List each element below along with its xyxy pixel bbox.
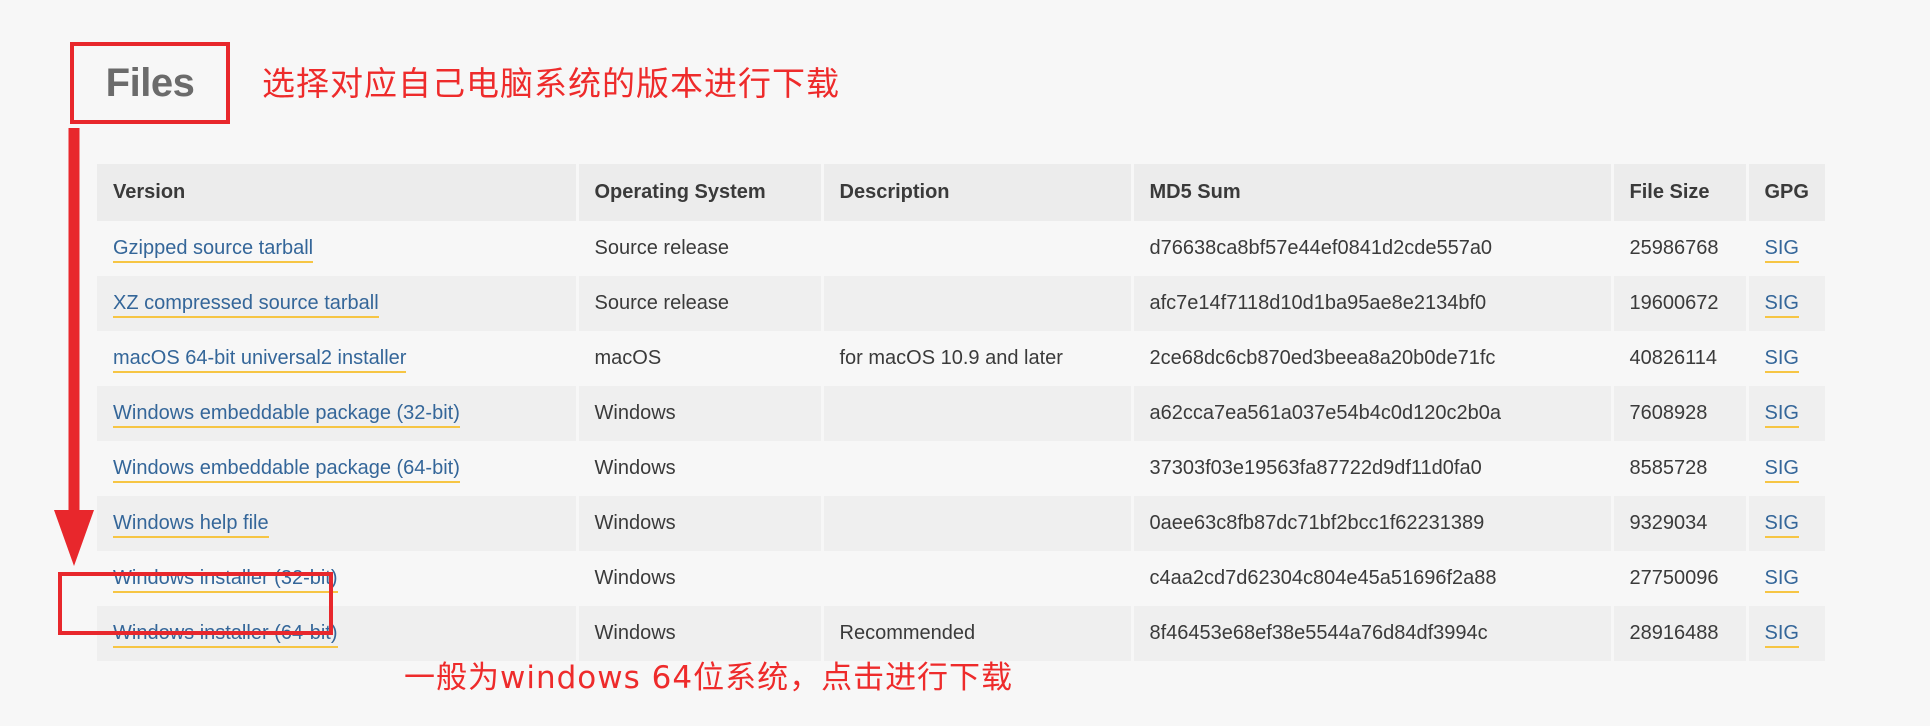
gpg-sig-link[interactable]: SIG: [1764, 347, 1799, 373]
cell-version: macOS 64-bit universal2 installer: [97, 331, 579, 386]
column-header-filesize: File Size: [1612, 164, 1749, 221]
cell-description: [822, 441, 1134, 496]
cell-os: Windows: [577, 386, 824, 441]
table-row: Windows help file Windows 0aee63c8fb87dc…: [97, 496, 1825, 551]
table-row: macOS 64-bit universal2 installer macOS …: [97, 331, 1825, 386]
column-header-version: Version: [97, 164, 579, 221]
cell-gpg: SIG: [1747, 386, 1825, 441]
cell-md5: c4aa2cd7d62304c804e45a51696f2a88: [1132, 551, 1614, 606]
cell-os: macOS: [577, 331, 824, 386]
cell-md5: a62cca7ea561a037e54b4c0d120c2b0a: [1132, 386, 1614, 441]
cell-filesize: 28916488: [1612, 606, 1749, 661]
download-link-version[interactable]: XZ compressed source tarball: [113, 292, 379, 318]
cell-filesize: 40826114: [1612, 331, 1749, 386]
cell-gpg: SIG: [1747, 221, 1825, 276]
cell-md5: 0aee63c8fb87dc71bf2bcc1f62231389: [1132, 496, 1614, 551]
cell-description: for macOS 10.9 and later: [822, 331, 1134, 386]
files-heading-highlight-box: Files: [70, 42, 230, 124]
cell-description: [822, 386, 1134, 441]
bottom-annotation-text: 一般为windows 64位系统，点击进行下载: [404, 660, 1014, 696]
files-table: Version Operating System Description MD5…: [97, 164, 1825, 661]
cell-description: [822, 276, 1134, 331]
cell-os: Windows: [577, 551, 824, 606]
cell-filesize: 27750096: [1612, 551, 1749, 606]
cell-filesize: 7608928: [1612, 386, 1749, 441]
gpg-sig-link[interactable]: SIG: [1764, 237, 1799, 263]
cell-os: Source release: [577, 221, 824, 276]
top-annotation-text: 选择对应自己电脑系统的版本进行下载: [262, 64, 840, 103]
column-header-gpg: GPG: [1747, 164, 1825, 221]
gpg-sig-link[interactable]: SIG: [1764, 402, 1799, 428]
column-header-description: Description: [822, 164, 1134, 221]
cell-filesize: 25986768: [1612, 221, 1749, 276]
files-table-container: Version Operating System Description MD5…: [97, 164, 1825, 661]
table-row: XZ compressed source tarball Source rele…: [97, 276, 1825, 331]
cell-gpg: SIG: [1747, 606, 1825, 661]
cell-description: [822, 221, 1134, 276]
table-row: Gzipped source tarball Source release d7…: [97, 221, 1825, 276]
gpg-sig-link[interactable]: SIG: [1764, 622, 1799, 648]
cell-version: Gzipped source tarball: [97, 221, 579, 276]
cell-version: Windows help file: [97, 496, 579, 551]
download-link-version[interactable]: macOS 64-bit universal2 installer: [113, 347, 407, 373]
download-link-version[interactable]: Windows embeddable package (64-bit): [113, 457, 460, 483]
cell-os: Windows: [577, 496, 824, 551]
page-heading-area: Files 选择对应自己电脑系统的版本进行下载: [0, 0, 1930, 130]
download-link-version[interactable]: Windows help file: [113, 512, 269, 538]
column-header-md5: MD5 Sum: [1132, 164, 1614, 221]
cell-gpg: SIG: [1747, 441, 1825, 496]
cell-gpg: SIG: [1747, 496, 1825, 551]
cell-version: Windows installer (32-bit): [97, 551, 579, 606]
download-link-version[interactable]: Gzipped source tarball: [113, 237, 314, 263]
cell-md5: 2ce68dc6cb870ed3beea8a20b0de71fc: [1132, 331, 1614, 386]
cell-gpg: SIG: [1747, 331, 1825, 386]
gpg-sig-link[interactable]: SIG: [1764, 457, 1799, 483]
cell-description: [822, 551, 1134, 606]
download-link-version[interactable]: Windows installer (32-bit): [113, 567, 338, 593]
download-link-windows-installer-64bit[interactable]: Windows installer (64-bit): [113, 622, 338, 648]
cell-filesize: 19600672: [1612, 276, 1749, 331]
cell-filesize: 8585728: [1612, 441, 1749, 496]
download-link-version[interactable]: Windows embeddable package (32-bit): [113, 402, 460, 428]
cell-md5: afc7e14f7118d10d1ba95ae8e2134bf0: [1132, 276, 1614, 331]
cell-md5: d76638ca8bf57e44ef0841d2cde557a0: [1132, 221, 1614, 276]
table-row: Windows embeddable package (64-bit) Wind…: [97, 441, 1825, 496]
cell-md5: 37303f03e19563fa87722d9df11d0fa0: [1132, 441, 1614, 496]
column-header-os: Operating System: [577, 164, 824, 221]
cell-os: Windows: [577, 441, 824, 496]
cell-os: Source release: [577, 276, 824, 331]
cell-version: XZ compressed source tarball: [97, 276, 579, 331]
cell-gpg: SIG: [1747, 551, 1825, 606]
cell-filesize: 9329034: [1612, 496, 1749, 551]
cell-gpg: SIG: [1747, 276, 1825, 331]
table-header-row: Version Operating System Description MD5…: [97, 164, 1825, 221]
cell-description: [822, 496, 1134, 551]
page-title: Files: [105, 60, 195, 105]
table-row: Windows embeddable package (32-bit) Wind…: [97, 386, 1825, 441]
table-row: Windows installer (32-bit) Windows c4aa2…: [97, 551, 1825, 606]
cell-version: Windows embeddable package (64-bit): [97, 441, 579, 496]
gpg-sig-link[interactable]: SIG: [1764, 567, 1799, 593]
cell-md5: 8f46453e68ef38e5544a76d84df3994c: [1132, 606, 1614, 661]
gpg-sig-link[interactable]: SIG: [1764, 292, 1799, 318]
gpg-sig-link[interactable]: SIG: [1764, 512, 1799, 538]
cell-version: Windows embeddable package (32-bit): [97, 386, 579, 441]
